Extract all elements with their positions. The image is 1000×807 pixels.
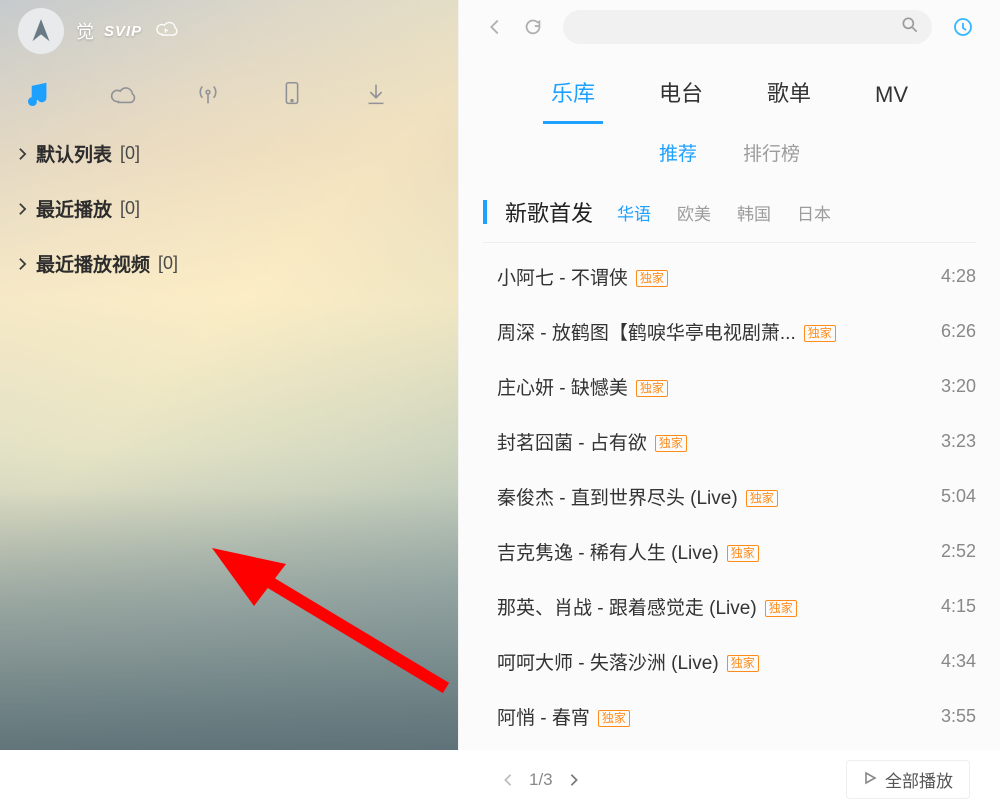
music-icon[interactable] — [22, 76, 58, 112]
filter-japanese[interactable]: 日本 — [797, 200, 831, 225]
sidebar: 觉 SVIP 默认列表 [0] 最近播放 [0] — [0, 0, 458, 750]
song-title: 吉克隽逸 - 稀有人生 (Live)独家 — [497, 538, 916, 565]
sidebar-item-label: 默认列表 — [36, 140, 112, 167]
exclusive-badge: 独家 — [746, 490, 778, 507]
exclusive-badge: 独家 — [727, 545, 759, 562]
chevron-right-icon — [18, 203, 30, 215]
avatar[interactable] — [18, 8, 64, 54]
section-accent-bar — [483, 200, 487, 224]
song-title: 呵呵大师 - 失落沙洲 (Live)独家 — [497, 648, 916, 675]
exclusive-badge: 独家 — [636, 380, 668, 397]
exclusive-badge: 独家 — [765, 600, 797, 617]
main-panel: 乐库 电台 歌单 MV 推荐 排行榜 新歌首发 华语 欧美 韩国 日本 小阿七 … — [458, 0, 1000, 750]
song-list: 小阿七 - 不谓侠独家4:28周深 - 放鹤图【鹤唳华亭电视剧萧...独家6:2… — [483, 243, 976, 744]
exclusive-badge: 独家 — [598, 710, 630, 727]
song-title: 庄心妍 - 缺憾美独家 — [497, 373, 916, 400]
user-name[interactable]: 觉 — [76, 18, 94, 44]
song-duration: 4:34 — [916, 651, 976, 672]
back-icon[interactable] — [481, 13, 509, 41]
song-duration: 3:20 — [916, 376, 976, 397]
song-title: 封茗囧菌 - 占有欲独家 — [497, 428, 916, 455]
song-title: 小阿七 - 不谓侠独家 — [497, 263, 916, 290]
exclusive-badge: 独家 — [655, 435, 687, 452]
song-duration: 3:55 — [916, 706, 976, 727]
chevron-right-icon — [18, 148, 30, 160]
new-songs-section: 新歌首发 华语 欧美 韩国 日本 小阿七 - 不谓侠独家4:28周深 - 放鹤图… — [459, 186, 1000, 807]
sidebar-item-count: [0] — [158, 253, 178, 274]
play-icon — [863, 770, 877, 790]
song-row[interactable]: 阿悄 - 春宵独家3:55 — [483, 689, 976, 744]
page-prev-icon[interactable] — [497, 769, 519, 791]
song-duration: 3:23 — [916, 431, 976, 452]
pager: 1/3 全部播放 — [483, 744, 976, 807]
song-duration: 4:15 — [916, 596, 976, 617]
phone-icon[interactable] — [274, 76, 310, 112]
song-row[interactable]: 庄心妍 - 缺憾美独家3:20 — [483, 359, 976, 414]
annotation-arrow — [196, 518, 456, 698]
sidebar-item-recent[interactable]: 最近播放 [0] — [0, 181, 458, 236]
song-duration: 5:04 — [916, 486, 976, 507]
user-header: 觉 SVIP — [0, 0, 458, 60]
section-title: 新歌首发 — [505, 196, 593, 228]
song-title: 那英、肖战 - 跟着感觉走 (Live)独家 — [497, 593, 916, 620]
play-all-button[interactable]: 全部播放 — [846, 760, 970, 799]
chevron-right-icon — [18, 258, 30, 270]
sidebar-item-count: [0] — [120, 143, 140, 164]
sidebar-item-recent-video[interactable]: 最近播放视频 [0] — [0, 236, 458, 291]
sidebar-nav — [0, 60, 458, 122]
song-title: 周深 - 放鹤图【鹤唳华亭电视剧萧...独家 — [497, 318, 916, 345]
sidebar-item-default[interactable]: 默认列表 [0] — [0, 126, 458, 181]
song-row[interactable]: 吉克隽逸 - 稀有人生 (Live)独家2:52 — [483, 524, 976, 579]
top-tabs: 乐库 电台 歌单 MV — [459, 54, 1000, 125]
song-title: 阿悄 - 春宵独家 — [497, 703, 916, 730]
svip-badge: SVIP — [104, 23, 142, 40]
song-row[interactable]: 周深 - 放鹤图【鹤唳华亭电视剧萧...独家6:26 — [483, 304, 976, 359]
voice-search-icon[interactable] — [948, 12, 978, 42]
playlist-section: 默认列表 [0] 最近播放 [0] 最近播放视频 [0] — [0, 122, 458, 295]
tab-playlist[interactable]: 歌单 — [763, 66, 815, 124]
page-next-icon[interactable] — [563, 769, 585, 791]
exclusive-badge: 独家 — [636, 270, 668, 287]
tab-library[interactable]: 乐库 — [547, 66, 599, 124]
search-icon — [900, 15, 920, 40]
play-all-label: 全部播放 — [885, 767, 953, 792]
section-filters: 华语 欧美 韩国 日本 — [617, 200, 831, 225]
song-title: 秦俊杰 - 直到世界尽头 (Live)独家 — [497, 483, 916, 510]
sidebar-item-count: [0] — [120, 198, 140, 219]
search-input[interactable] — [563, 10, 932, 44]
exclusive-badge: 独家 — [727, 655, 759, 672]
download-icon[interactable] — [358, 76, 394, 112]
pager-text: 1/3 — [529, 770, 553, 790]
toolbar — [459, 0, 1000, 54]
song-row[interactable]: 小阿七 - 不谓侠独家4:28 — [483, 249, 976, 304]
section-header: 新歌首发 华语 欧美 韩国 日本 — [483, 186, 976, 243]
song-row[interactable]: 呵呵大师 - 失落沙洲 (Live)独家4:34 — [483, 634, 976, 689]
filter-korean[interactable]: 韩国 — [737, 200, 771, 225]
song-row[interactable]: 封茗囧菌 - 占有欲独家3:23 — [483, 414, 976, 469]
sub-tabs: 推荐 排行榜 — [459, 125, 1000, 186]
song-row[interactable]: 那英、肖战 - 跟着感觉走 (Live)独家4:15 — [483, 579, 976, 634]
cloud-icon[interactable] — [106, 76, 142, 112]
song-duration: 4:28 — [916, 266, 976, 287]
refresh-icon[interactable] — [519, 13, 547, 41]
filter-chinese[interactable]: 华语 — [617, 200, 651, 225]
filter-western[interactable]: 欧美 — [677, 200, 711, 225]
subtab-recommend[interactable]: 推荐 — [659, 139, 697, 166]
tab-mv[interactable]: MV — [871, 72, 912, 124]
cloud-sync-icon[interactable] — [154, 18, 180, 44]
tab-radio[interactable]: 电台 — [655, 66, 707, 124]
subtab-ranking[interactable]: 排行榜 — [743, 139, 800, 166]
radio-icon[interactable] — [190, 76, 226, 112]
song-duration: 2:52 — [916, 541, 976, 562]
song-duration: 6:26 — [916, 321, 976, 342]
song-row[interactable]: 秦俊杰 - 直到世界尽头 (Live)独家5:04 — [483, 469, 976, 524]
sidebar-item-label: 最近播放 — [36, 195, 112, 222]
sidebar-item-label: 最近播放视频 — [36, 250, 150, 277]
exclusive-badge: 独家 — [804, 325, 836, 342]
